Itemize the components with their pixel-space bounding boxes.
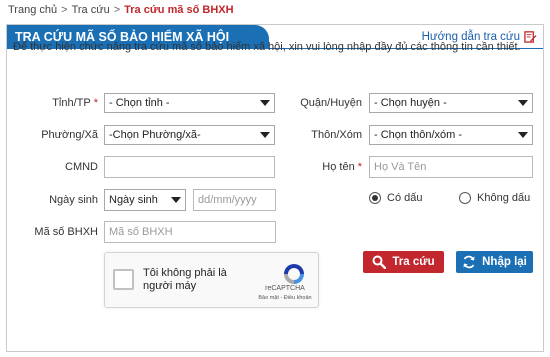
required-mark: * xyxy=(357,161,362,173)
recaptcha-widget: Tôi không phải là người máy reCAPTCHA Bả… xyxy=(104,252,319,308)
province-select[interactable]: - Chọn tỉnh - xyxy=(104,93,275,113)
recaptcha-checkbox[interactable] xyxy=(113,269,134,290)
bhxh-code-input[interactable] xyxy=(104,221,276,243)
breadcrumb: Trang chủ > Tra cứu > Tra cứu mã số BHXH xyxy=(8,4,234,18)
accent-on-label: Có dấu xyxy=(387,192,423,204)
chevron-down-icon xyxy=(518,132,528,138)
chevron-down-icon xyxy=(260,100,270,106)
intro-text: Để thực hiện chức năng tra cứu mã số bảo… xyxy=(13,41,521,53)
radio-checked-icon xyxy=(369,192,381,204)
recaptcha-brand: reCAPTCHA xyxy=(265,285,305,292)
district-label: Quận/Huyện xyxy=(300,97,362,109)
chevron-down-icon xyxy=(518,100,528,106)
province-label: Tỉnh/TP * xyxy=(52,97,98,109)
required-mark: * xyxy=(93,97,98,109)
accent-on-radio[interactable]: Có dấu xyxy=(369,192,422,204)
search-icon xyxy=(372,255,387,269)
ward-label: Phường/Xã xyxy=(41,129,98,141)
id-card-label: CMND xyxy=(65,161,98,173)
reset-button-label: Nhập lại xyxy=(482,256,527,268)
recaptcha-label: Tôi không phải là người máy xyxy=(143,267,227,292)
hamlet-select-value: - Chọn thôn/xóm - xyxy=(374,129,463,141)
edit-icon xyxy=(524,31,537,43)
birth-type-select[interactable]: Ngày sinh xyxy=(104,189,186,211)
reset-button[interactable]: Nhập lại xyxy=(456,251,533,273)
radio-unchecked-icon xyxy=(459,192,471,204)
breadcrumb-lookup[interactable]: Tra cứu xyxy=(72,4,110,16)
breadcrumb-current: Tra cứu mã số BHXH xyxy=(124,4,234,16)
birth-type-value: Ngày sinh xyxy=(109,194,158,206)
bhxh-code-label: Mã số BHXH xyxy=(34,226,98,238)
chevron-down-icon xyxy=(171,197,181,203)
ward-select-value: -Chọn Phường/xã- xyxy=(109,129,201,141)
province-select-value: - Chọn tỉnh - xyxy=(109,97,170,109)
ward-select[interactable]: -Chọn Phường/xã- xyxy=(104,125,275,145)
district-select[interactable]: - Chọn huyện - xyxy=(369,93,533,113)
district-select-value: - Chọn huyện - xyxy=(374,97,447,109)
accent-off-label: Không dấu xyxy=(477,192,531,204)
birth-date-input[interactable] xyxy=(193,189,276,211)
hamlet-select[interactable]: - Chọn thôn/xóm - xyxy=(369,125,533,145)
search-button[interactable]: Tra cứu xyxy=(363,251,444,273)
hamlet-label: Thôn/Xóm xyxy=(311,129,362,141)
full-name-label: Họ tên * xyxy=(322,161,362,173)
accent-off-radio[interactable]: Không dấu xyxy=(459,192,530,204)
birth-label: Ngày sinh xyxy=(49,194,98,206)
breadcrumb-home[interactable]: Trang chủ xyxy=(8,4,57,16)
full-name-input[interactable] xyxy=(369,156,533,178)
breadcrumb-separator: > xyxy=(113,4,121,16)
refresh-icon xyxy=(463,255,475,269)
search-button-label: Tra cứu xyxy=(392,256,435,268)
chevron-down-icon xyxy=(260,132,270,138)
recaptcha-logo-icon xyxy=(284,264,304,284)
id-card-input[interactable] xyxy=(104,156,275,178)
breadcrumb-separator: > xyxy=(61,4,68,16)
recaptcha-links[interactable]: Bảo mật - Điều khoản xyxy=(256,295,314,301)
